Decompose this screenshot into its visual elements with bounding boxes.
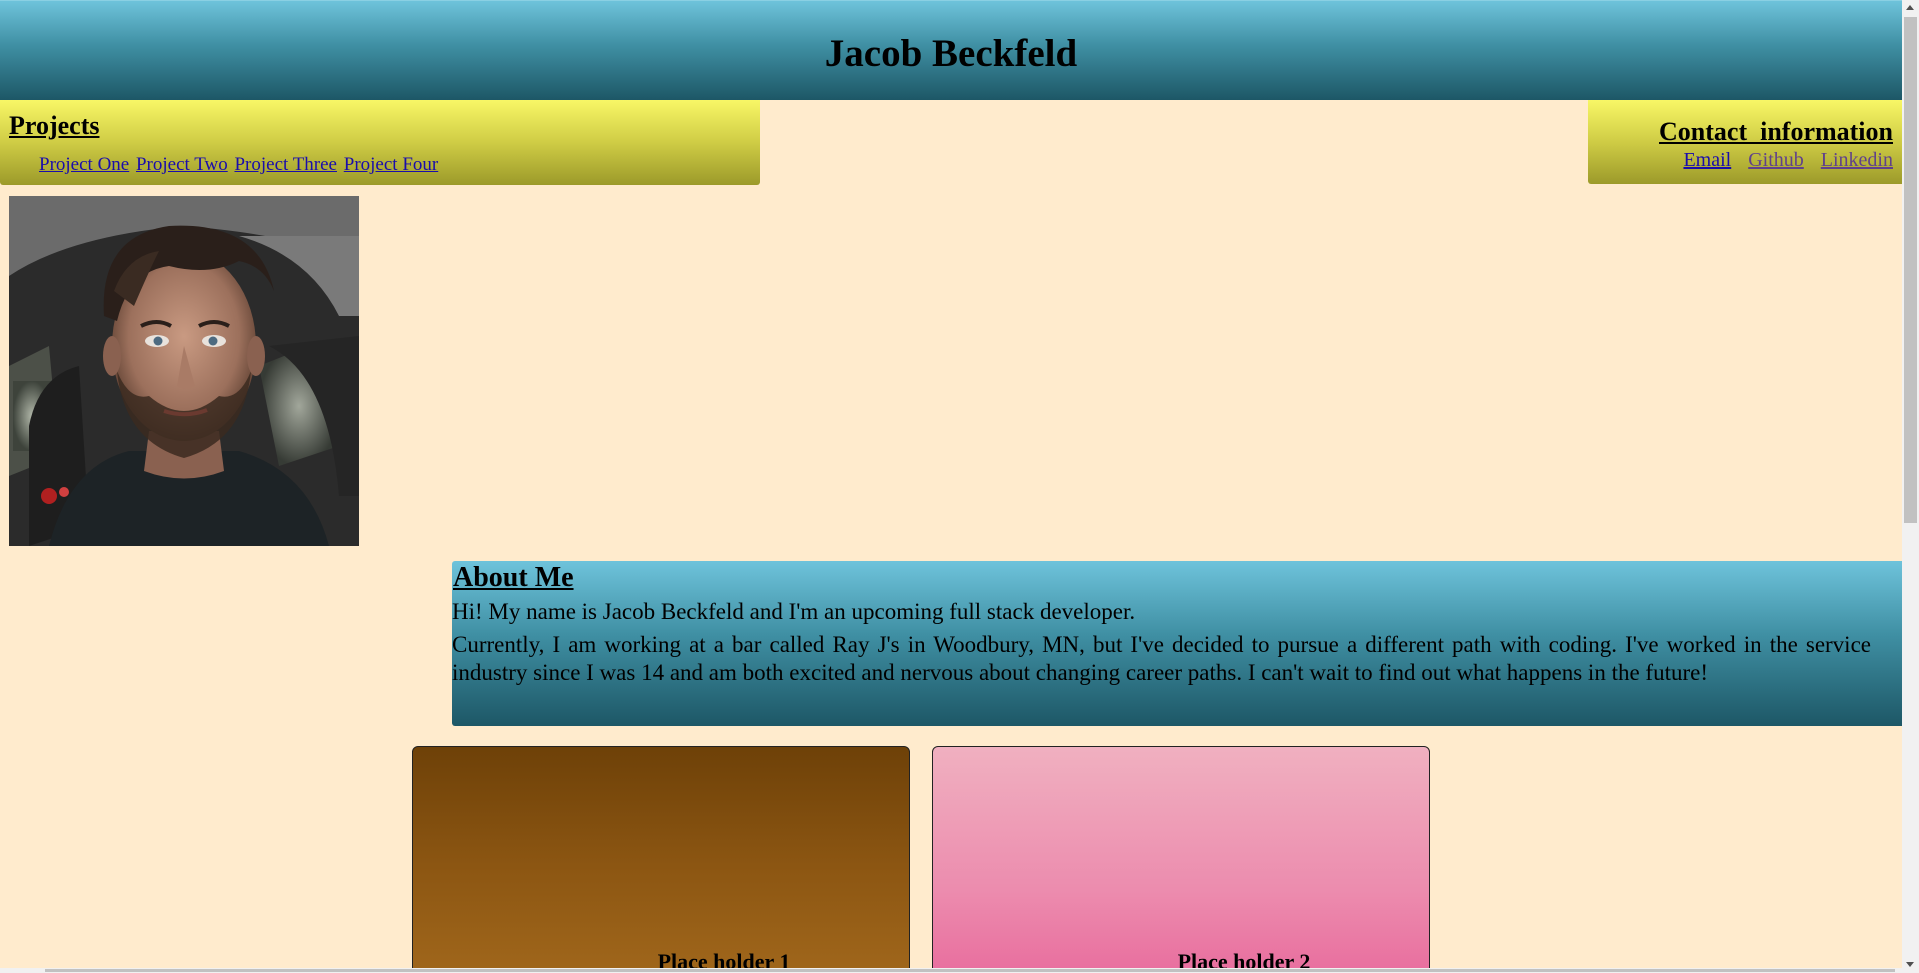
- contact-heading[interactable]: Contact information: [1659, 116, 1893, 148]
- linkedin-link[interactable]: Linkedin: [1821, 149, 1893, 171]
- projects-links: Project One Project Two Project Three Pr…: [39, 153, 440, 177]
- project-one-link[interactable]: Project One: [39, 154, 129, 175]
- horizontal-scrollbar-thumb[interactable]: [45, 969, 1895, 972]
- scroll-up-arrow-icon[interactable]: [1906, 5, 1914, 10]
- project-three-link[interactable]: Project Three: [234, 154, 337, 175]
- horizontal-scrollbar[interactable]: [0, 968, 1902, 973]
- projects-nav: Projects Project One Project Two Project…: [0, 100, 760, 185]
- page: Jacob Beckfeld Projects Project One Proj…: [0, 0, 1902, 968]
- page-title: Jacob Beckfeld: [824, 32, 1078, 75]
- placeholder-card-2[interactable]: Place holder 2: [932, 746, 1430, 968]
- contact-box: Contact information Email Github Linkedi…: [1588, 100, 1902, 184]
- about-me-section: About Me Hi! My name is Jacob Beckfeld a…: [452, 561, 1902, 726]
- about-paragraph-details: Currently, I am working at a bar called …: [452, 632, 1871, 685]
- profile-photo: [9, 196, 359, 546]
- contact-links: Email Github Linkedin: [1671, 148, 1893, 172]
- project-two-link[interactable]: Project Two: [136, 154, 228, 175]
- vertical-scrollbar[interactable]: [1902, 0, 1919, 973]
- placeholder-card-label: Place holder 2: [1177, 949, 1311, 968]
- about-heading[interactable]: About Me: [453, 561, 574, 595]
- email-link[interactable]: Email: [1683, 149, 1731, 171]
- placeholder-card-1[interactable]: Place holder 1: [412, 746, 910, 968]
- project-four-link[interactable]: Project Four: [344, 154, 438, 175]
- about-paragraph-intro: Hi! My name is Jacob Beckfeld and I'm an…: [452, 599, 1136, 624]
- vertical-scrollbar-thumb[interactable]: [1904, 17, 1917, 523]
- scroll-down-arrow-icon[interactable]: [1906, 962, 1914, 967]
- projects-heading[interactable]: Projects: [9, 110, 99, 142]
- site-header: Jacob Beckfeld: [0, 0, 1902, 100]
- placeholder-card-label: Place holder 1: [657, 949, 791, 968]
- github-link[interactable]: Github: [1748, 149, 1804, 171]
